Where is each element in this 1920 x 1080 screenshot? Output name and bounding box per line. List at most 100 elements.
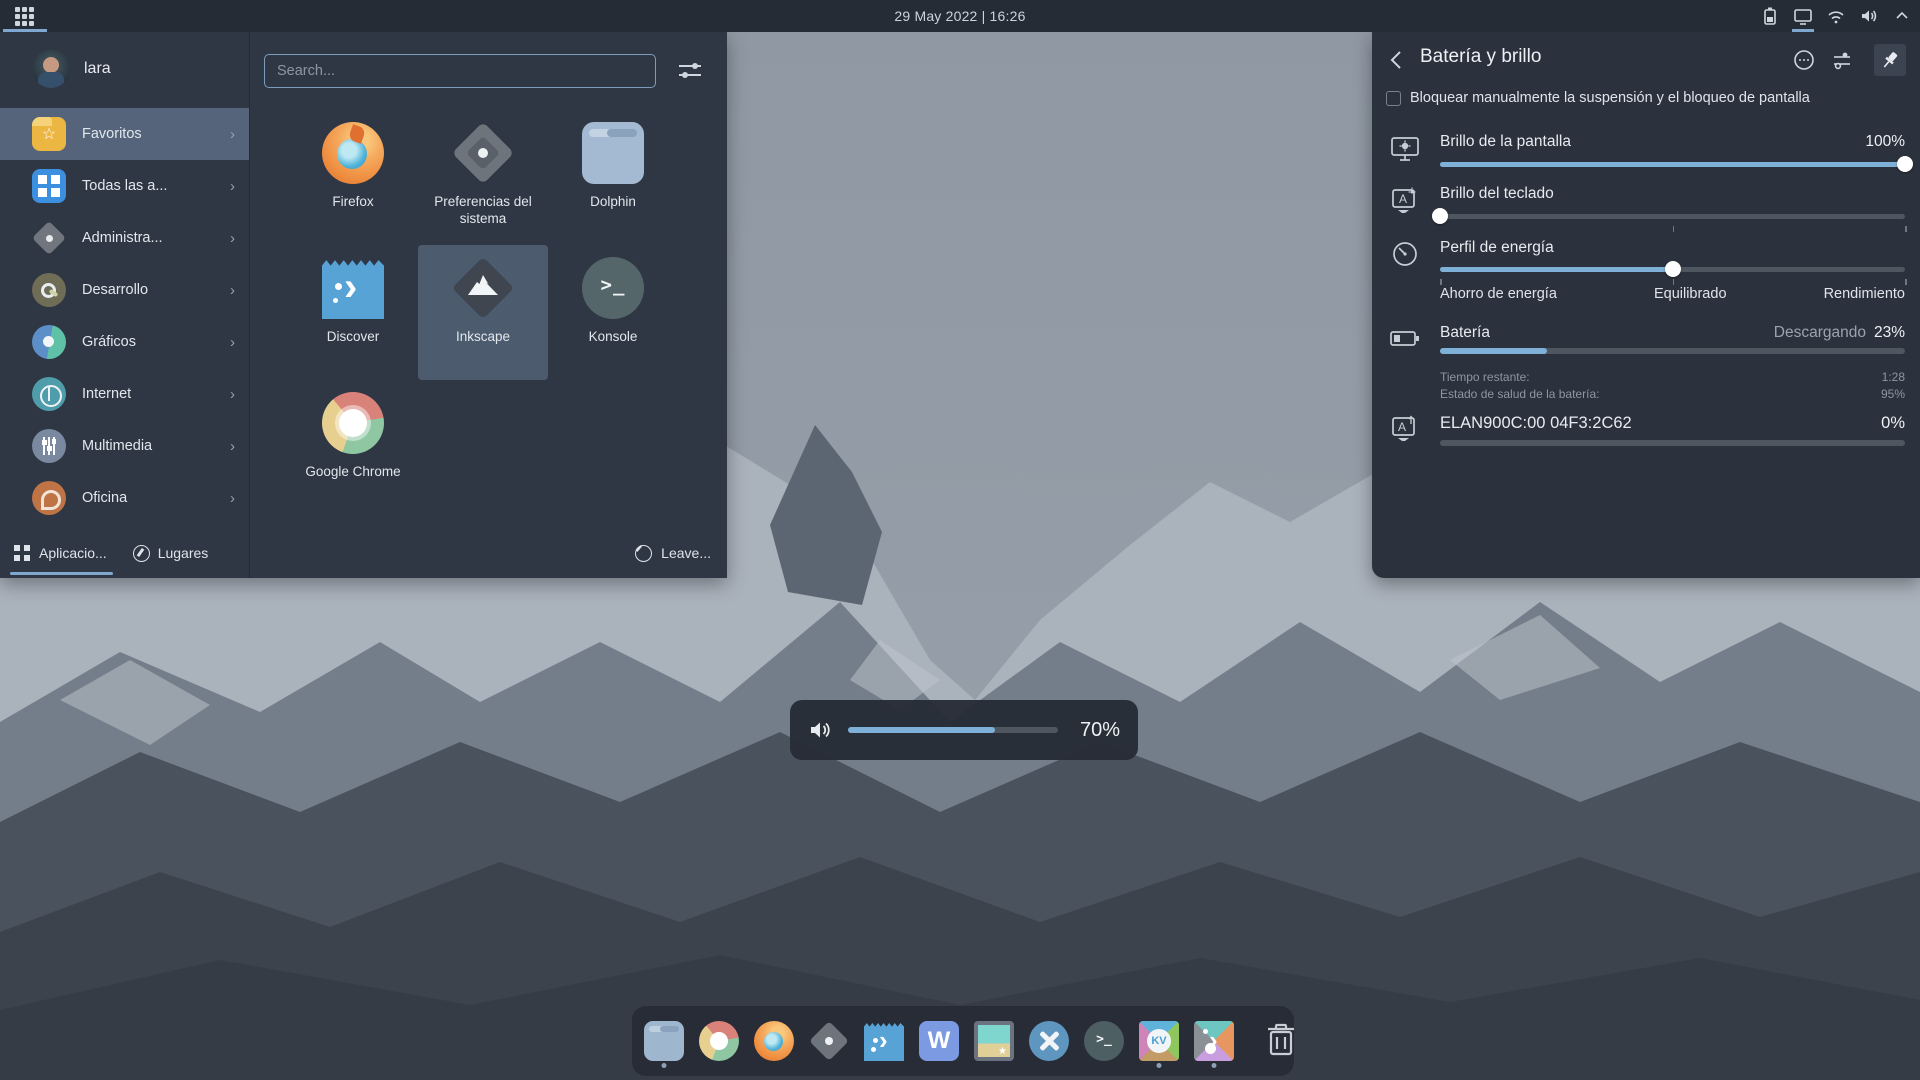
dock-item-system-settings[interactable] bbox=[809, 1012, 849, 1070]
app-dolphin[interactable]: Dolphin bbox=[548, 110, 678, 245]
dock-item-multicolor-app[interactable] bbox=[1194, 1012, 1234, 1070]
configure-icon[interactable] bbox=[1826, 44, 1858, 76]
slider-handle[interactable] bbox=[1665, 261, 1681, 277]
screen-brightness-slider[interactable] bbox=[1440, 156, 1905, 172]
slider-handle[interactable] bbox=[1432, 208, 1448, 224]
launcher-main-area: Firefox Preferencias del sistema Dolphin… bbox=[250, 32, 727, 578]
volume-icon[interactable] bbox=[1857, 0, 1881, 32]
leave-button[interactable]: Leave... bbox=[635, 528, 711, 578]
system-tray bbox=[1758, 0, 1914, 32]
dock-item-trash[interactable] bbox=[1264, 1012, 1298, 1070]
peripheral-battery-icon: A bbox=[1388, 412, 1424, 448]
detail-value: 95% bbox=[1881, 387, 1905, 401]
system-settings-icon bbox=[809, 1021, 849, 1061]
chevron-right-icon bbox=[230, 490, 235, 507]
keyboard-brightness-slider[interactable] bbox=[1440, 208, 1905, 224]
app-grid: Firefox Preferencias del sistema Dolphin… bbox=[288, 110, 678, 515]
chevron-right-icon bbox=[230, 230, 235, 247]
back-button[interactable] bbox=[1384, 47, 1410, 73]
dock-item-chrome[interactable] bbox=[699, 1012, 739, 1070]
system-diamond-icon bbox=[32, 221, 66, 255]
volume-icon bbox=[808, 717, 834, 743]
sidebar-item-desarrollo[interactable]: Desarrollo bbox=[0, 264, 249, 316]
dock-item-discover[interactable] bbox=[864, 1012, 904, 1070]
battery-detail-row: Estado de salud de la batería: 95% bbox=[1440, 387, 1905, 401]
dock-item-writer[interactable]: W bbox=[919, 1012, 959, 1070]
digital-clock[interactable]: 29 May 2022 | 16:26 bbox=[0, 8, 1920, 24]
trash-icon bbox=[1264, 1021, 1298, 1061]
slider-tick bbox=[1673, 226, 1675, 232]
screen-brightness-value: 100% bbox=[1865, 133, 1905, 151]
avatar[interactable] bbox=[32, 50, 70, 88]
power-profile-slider[interactable] bbox=[1440, 261, 1905, 277]
sidebar-item-oficina[interactable]: Oficina bbox=[0, 472, 249, 524]
chevron-right-icon bbox=[230, 438, 235, 455]
dock-item-gwenview[interactable] bbox=[974, 1012, 1014, 1070]
leave-label: Leave... bbox=[661, 545, 711, 561]
sidebar-item-multimedia[interactable]: Multimedia bbox=[0, 420, 249, 472]
pin-icon[interactable] bbox=[1874, 44, 1906, 76]
sidebar-item-internet[interactable]: Internet bbox=[0, 368, 249, 420]
launcher-active-underline bbox=[3, 29, 47, 32]
leave-icon bbox=[635, 545, 652, 562]
display-brightness-icon[interactable] bbox=[1791, 0, 1815, 32]
dock: W bbox=[632, 1006, 1294, 1076]
dolphin-icon bbox=[644, 1021, 684, 1061]
tab-applications[interactable]: Aplicacio... bbox=[14, 528, 107, 578]
app-label: Konsole bbox=[589, 328, 638, 345]
category-label: Favoritos bbox=[82, 126, 142, 142]
app-inkscape[interactable]: Inkscape bbox=[418, 245, 548, 380]
chevron-right-icon bbox=[230, 178, 235, 195]
category-label: Multimedia bbox=[82, 438, 152, 454]
chrome-icon bbox=[322, 392, 384, 454]
discover-icon bbox=[322, 257, 384, 319]
dock-item-firefox[interactable] bbox=[754, 1012, 794, 1070]
sidebar-item-favoritos[interactable]: Favoritos bbox=[0, 108, 249, 160]
category-label: Oficina bbox=[82, 490, 127, 506]
all-apps-grid-icon bbox=[32, 169, 66, 203]
running-indicator bbox=[1212, 1063, 1217, 1068]
sidebar-item-todas[interactable]: Todas las a... bbox=[0, 160, 249, 212]
development-tools-icon bbox=[32, 273, 66, 307]
dock-item-vscode[interactable] bbox=[1029, 1012, 1069, 1070]
panel-title: Batería y brillo bbox=[1420, 46, 1541, 68]
app-konsole[interactable]: Konsole bbox=[548, 245, 678, 380]
option-rendimiento[interactable]: Rendimiento bbox=[1824, 286, 1905, 302]
chevron-right-icon bbox=[230, 334, 235, 351]
screen-brightness-label: Brillo de la pantalla bbox=[1440, 133, 1571, 151]
slider-handle[interactable] bbox=[1897, 156, 1913, 172]
sidebar-item-administracion[interactable]: Administra... bbox=[0, 212, 249, 264]
slider-tick bbox=[1673, 279, 1675, 285]
chevron-right-icon bbox=[230, 386, 235, 403]
tab-label: Lugares bbox=[158, 545, 209, 561]
configure-icon[interactable] bbox=[679, 62, 701, 80]
tab-places[interactable]: Lugares bbox=[133, 528, 209, 578]
graphics-icon bbox=[32, 325, 66, 359]
app-google-chrome[interactable]: Google Chrome bbox=[288, 380, 418, 515]
app-preferencias-del-sistema[interactable]: Preferencias del sistema bbox=[418, 110, 548, 245]
firefox-icon bbox=[322, 122, 384, 184]
app-label: Inkscape bbox=[456, 328, 510, 345]
tray-active-underline bbox=[1792, 29, 1814, 32]
office-icon bbox=[32, 481, 66, 515]
expand-caret-icon[interactable] bbox=[1890, 0, 1914, 32]
app-discover[interactable]: Discover bbox=[288, 245, 418, 380]
manual-block-checkbox-row[interactable]: Bloquear manualmente la suspensión y el … bbox=[1386, 90, 1810, 106]
app-label: Dolphin bbox=[590, 193, 636, 210]
checkbox[interactable] bbox=[1386, 91, 1401, 106]
option-equilibrado[interactable]: Equilibrado bbox=[1654, 286, 1727, 302]
app-firefox[interactable]: Firefox bbox=[288, 110, 418, 245]
battery-icon[interactable] bbox=[1758, 0, 1782, 32]
application-launcher-menu: lara Favoritos Todas las a... Administra… bbox=[0, 32, 727, 578]
status-ellipsis-icon[interactable] bbox=[1788, 44, 1820, 76]
dock-item-kvantum[interactable] bbox=[1139, 1012, 1179, 1070]
search-input[interactable] bbox=[264, 54, 656, 88]
option-ahorro[interactable]: Ahorro de energía bbox=[1440, 286, 1557, 302]
user-row[interactable]: lara bbox=[0, 32, 249, 102]
places-compass-icon bbox=[133, 545, 150, 562]
dock-item-dolphin[interactable] bbox=[644, 1012, 684, 1070]
dock-item-konsole[interactable] bbox=[1084, 1012, 1124, 1070]
network-icon[interactable] bbox=[1824, 0, 1848, 32]
sidebar-item-graficos[interactable]: Gráficos bbox=[0, 316, 249, 368]
running-indicator bbox=[662, 1063, 667, 1068]
